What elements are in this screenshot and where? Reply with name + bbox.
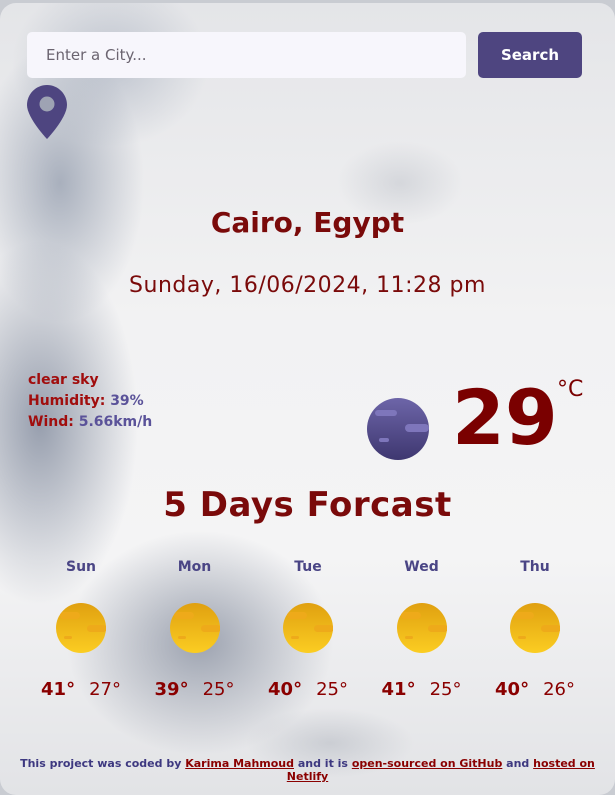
search-form: Search — [27, 32, 582, 78]
forecast-max-temp: 39° — [154, 679, 189, 700]
forecast-day: Tue 40° 25° — [252, 559, 364, 700]
forecast-day-name: Sun — [65, 559, 97, 575]
humidity-value: 39% — [110, 393, 144, 409]
map-pin-icon[interactable] — [27, 85, 67, 139]
forecast-day-name: Tue — [294, 559, 322, 575]
weather-details: clear sky Humidity: 39% Wind: 5.66km/h — [28, 370, 152, 433]
forecast-list: Sun 41° 27° Mon 39° 25° Tue 40° 25° Wed — [25, 559, 591, 700]
forecast-min-temp: 26° — [543, 679, 575, 700]
forecast-day-name: Thu — [520, 559, 550, 575]
footer: This project was coded by Karima Mahmoud… — [0, 757, 615, 783]
weather-app-card: Search Cairo, Egypt Sunday, 16/06/2024, … — [0, 3, 615, 795]
author-link[interactable]: Karima Mahmoud — [185, 757, 294, 770]
forecast-day: Wed 41° 25° — [366, 559, 478, 700]
humidity-label: Humidity: — [28, 393, 106, 409]
clear-night-moon-icon — [367, 398, 429, 460]
weather-description: clear sky — [28, 372, 99, 388]
footer-text: and it is — [294, 757, 352, 770]
forecast-day: Mon 39° 25° — [139, 559, 251, 700]
forecast-min-temp: 25° — [316, 679, 348, 700]
forecast-min-temp: 25° — [202, 679, 235, 700]
forecast-day-name: Wed — [404, 559, 439, 575]
current-datetime: Sunday, 16/06/2024, 11:28 pm — [129, 273, 486, 298]
sun-icon — [510, 603, 560, 653]
sun-icon — [56, 603, 106, 653]
github-link[interactable]: open-sourced on GitHub — [352, 757, 503, 770]
forecast-min-temp: 25° — [429, 679, 462, 700]
forecast-min-temp: 27° — [89, 679, 121, 700]
sun-icon — [169, 603, 220, 653]
forecast-title: 5 Days Forcast — [163, 485, 452, 525]
wind-value: 5.66km/h — [78, 414, 153, 430]
temperature-unit: °C — [557, 377, 584, 402]
forecast-day: Sun 41° 27° — [25, 559, 137, 700]
forecast-max-temp: 41° — [41, 679, 76, 700]
current-temperature: 29 — [452, 373, 558, 462]
city-name: Cairo, Egypt — [210, 206, 405, 239]
forecast-day-name: Mon — [177, 559, 212, 575]
sun-icon — [283, 603, 333, 653]
search-button[interactable]: Search — [478, 32, 582, 78]
city-search-input[interactable] — [27, 32, 466, 78]
sun-icon — [396, 603, 447, 653]
forecast-max-temp: 40° — [268, 679, 303, 700]
forecast-max-temp: 40° — [495, 679, 530, 700]
forecast-day: Thu 40° 26° — [479, 559, 591, 700]
forecast-max-temp: 41° — [381, 679, 416, 700]
wind-label: Wind: — [28, 414, 74, 430]
footer-text: This project was coded by — [20, 757, 186, 770]
footer-text: and — [502, 757, 534, 770]
